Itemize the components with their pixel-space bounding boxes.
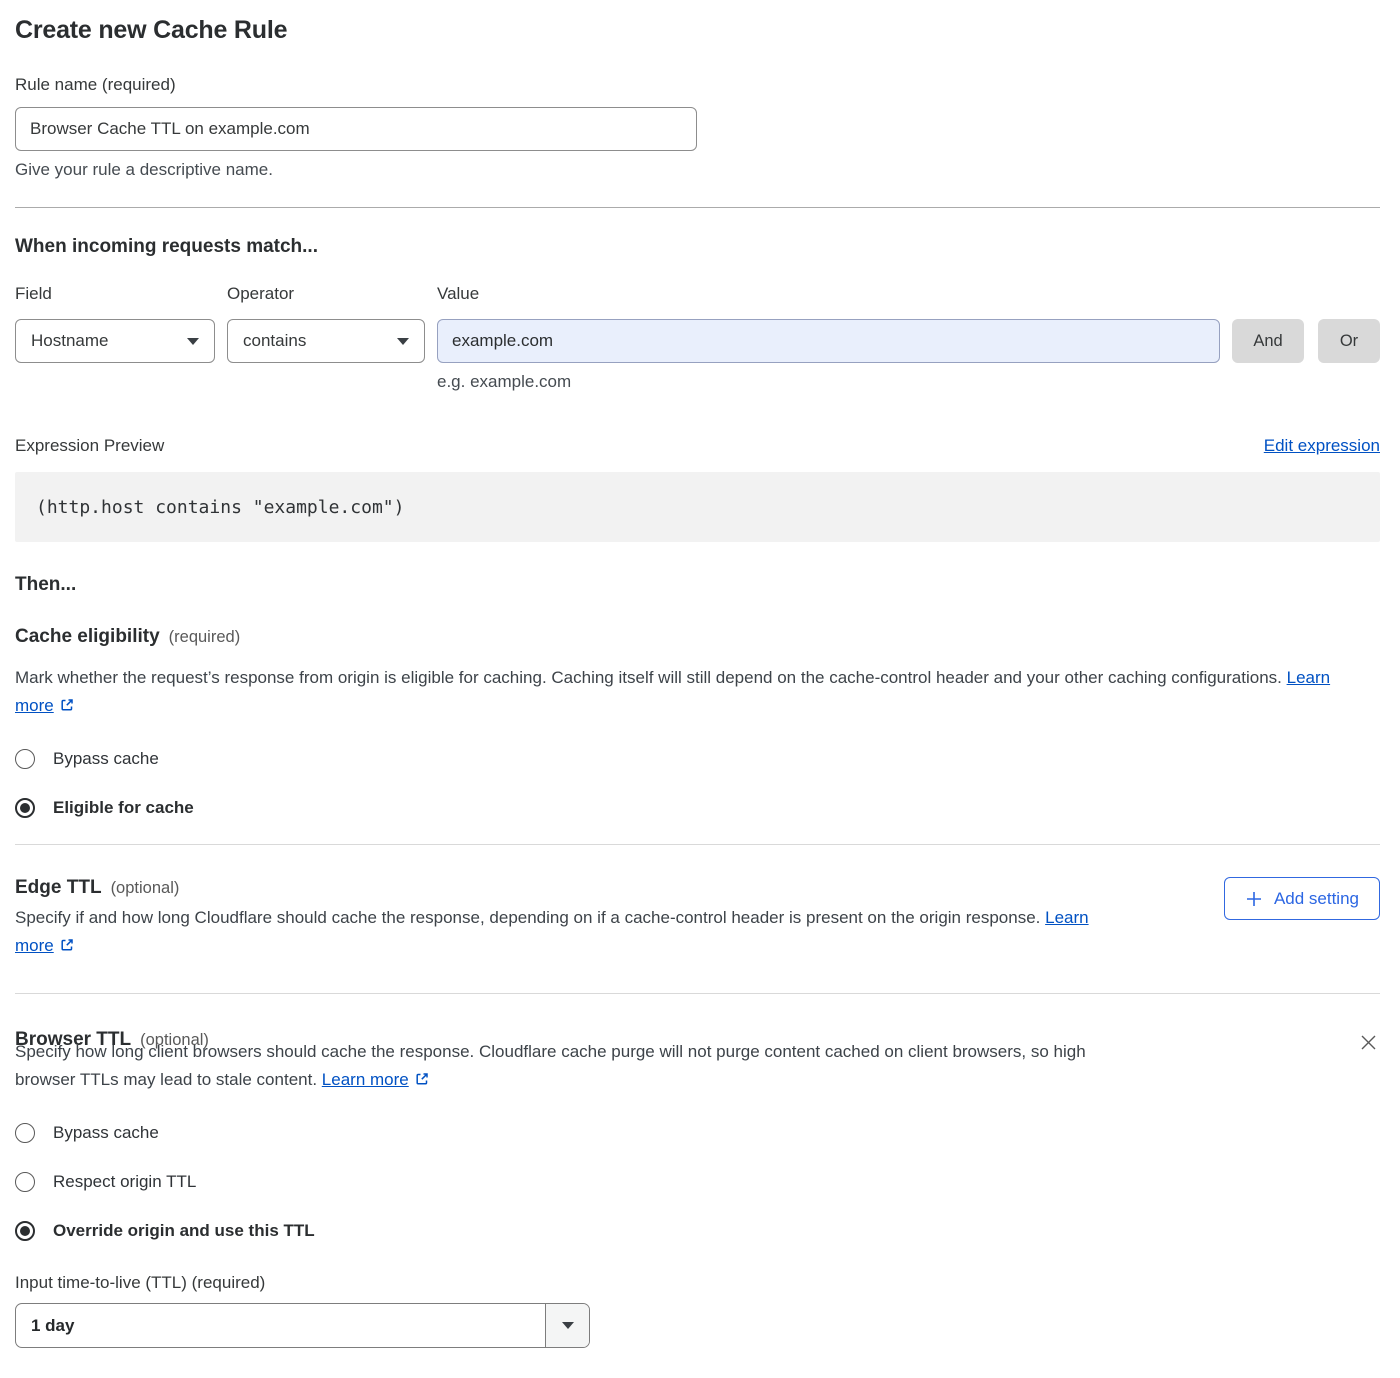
operator-label: Operator (227, 284, 437, 304)
external-link-icon (414, 1071, 430, 1087)
value-input[interactable] (437, 319, 1220, 363)
ttl-select-value: 1 day (16, 1304, 545, 1347)
section-divider (15, 993, 1380, 994)
page-title: Create new Cache Rule (15, 16, 1380, 45)
section-divider (15, 207, 1380, 208)
value-help: e.g. example.com (437, 372, 1380, 392)
plus-icon (1245, 890, 1263, 908)
and-button[interactable]: And (1232, 319, 1304, 363)
chevron-down-icon (187, 338, 199, 345)
cache-eligibility-heading: Cache eligibility (required) (15, 626, 240, 648)
radio-label: Respect origin TTL (53, 1172, 196, 1192)
radio-bypass-cache[interactable]: Bypass cache (15, 749, 1380, 769)
ttl-select[interactable]: 1 day (15, 1303, 590, 1348)
external-link-icon (59, 937, 75, 953)
radio-browser-bypass-cache[interactable]: Bypass cache (15, 1123, 1380, 1143)
cache-eligibility-description: Mark whether the request’s response from… (15, 664, 1365, 720)
radio-label: Eligible for cache (53, 798, 194, 818)
radio-label: Bypass cache (53, 749, 159, 769)
add-setting-button[interactable]: Add setting (1224, 877, 1380, 920)
or-button[interactable]: Or (1318, 319, 1380, 363)
browser-ttl-learn-more-link[interactable]: Learn more (322, 1070, 409, 1089)
radio-label: Override origin and use this TTL (53, 1221, 315, 1241)
match-controls-row: Hostname contains And Or (15, 319, 1380, 363)
cache-eligibility-title: Cache eligibility (15, 626, 160, 648)
edit-expression-link[interactable]: Edit expression (1264, 436, 1380, 456)
operator-select-value: contains (243, 331, 306, 351)
chevron-down-icon (562, 1322, 574, 1329)
match-heading: When incoming requests match... (15, 236, 1380, 258)
value-label: Value (437, 284, 479, 304)
edge-ttl-heading: Edge TTL (optional) (15, 877, 179, 899)
cache-eligibility-qualifier: (required) (169, 628, 241, 647)
radio-label: Bypass cache (53, 1123, 159, 1143)
ttl-input-label: Input time-to-live (TTL) (required) (15, 1273, 1380, 1293)
browser-ttl-description-text: Specify how long client browsers should … (15, 1042, 1086, 1089)
browser-ttl-description: Specify how long client browsers should … (15, 1038, 1110, 1094)
expression-code-block: (http.host contains "example.com") (15, 472, 1380, 542)
field-select[interactable]: Hostname (15, 319, 215, 363)
expression-preview-label: Expression Preview (15, 436, 164, 456)
radio-respect-origin-ttl[interactable]: Respect origin TTL (15, 1172, 1380, 1192)
edge-ttl-title: Edge TTL (15, 877, 102, 899)
radio-circle-icon (15, 798, 35, 818)
radio-override-origin-ttl[interactable]: Override origin and use this TTL (15, 1221, 1380, 1241)
rule-name-help: Give your rule a descriptive name. (15, 160, 1380, 180)
create-cache-rule-form: Create new Cache Rule Rule name (require… (0, 0, 1400, 1378)
external-link-icon (59, 697, 75, 713)
expression-preview-row: Expression Preview Edit expression (15, 436, 1380, 456)
operator-select[interactable]: contains (227, 319, 425, 363)
chevron-down-icon (397, 338, 409, 345)
edge-ttl-qualifier: (optional) (111, 879, 180, 898)
radio-circle-icon (15, 1172, 35, 1192)
add-setting-label: Add setting (1274, 889, 1359, 909)
rule-name-input[interactable] (15, 107, 697, 151)
rule-name-label: Rule name (required) (15, 75, 1380, 95)
field-label: Field (15, 284, 227, 304)
field-select-value: Hostname (31, 331, 108, 351)
section-divider (15, 844, 1380, 845)
ttl-select-arrow[interactable] (545, 1304, 589, 1347)
remove-browser-ttl-button[interactable] (1359, 1033, 1378, 1052)
then-heading: Then... (15, 574, 1380, 596)
radio-circle-icon (15, 1123, 35, 1143)
radio-eligible-for-cache[interactable]: Eligible for cache (15, 798, 1380, 818)
match-column-labels: Field Operator Value (15, 284, 1380, 304)
close-icon (1359, 1033, 1378, 1052)
edge-ttl-description-text: Specify if and how long Cloudflare shoul… (15, 908, 1040, 927)
edge-ttl-description: Specify if and how long Cloudflare shoul… (15, 904, 1110, 960)
radio-circle-icon (15, 1221, 35, 1241)
radio-circle-icon (15, 749, 35, 769)
cache-eligibility-description-text: Mark whether the request’s response from… (15, 668, 1282, 687)
